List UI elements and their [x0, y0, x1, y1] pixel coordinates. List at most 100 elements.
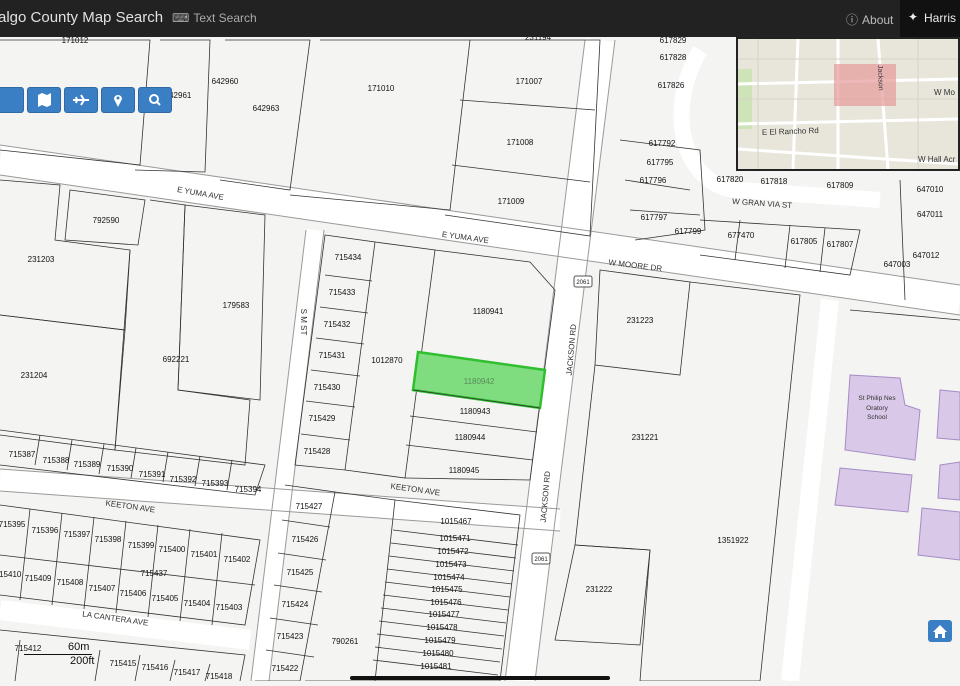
parcel-label[interactable]: 715392 [170, 475, 197, 484]
text-search-link[interactable]: ⌨ Text Search [172, 11, 257, 25]
parcel-label[interactable]: 231194 [525, 33, 552, 42]
parcel-label[interactable]: 715406 [120, 589, 147, 598]
parcel-label[interactable]: 715388 [43, 456, 70, 465]
overview-map[interactable]: E El Rancho Rd W Mo W Hall Acr Jackson [736, 37, 960, 171]
parcel-label[interactable]: 715404 [184, 599, 211, 608]
parcel-label[interactable]: 715418 [206, 672, 233, 681]
parcel-label[interactable]: 617805 [791, 237, 818, 246]
parcel-label[interactable]: 715408 [57, 578, 84, 587]
parcel-label[interactable]: 617820 [717, 175, 744, 184]
parcel-label[interactable]: 642960 [212, 77, 239, 86]
parcel-label[interactable]: 647010 [917, 185, 944, 194]
parcel-label[interactable]: 231221 [632, 433, 659, 442]
parcel-label[interactable]: 715425 [287, 568, 314, 577]
parcel-label[interactable]: 1015477 [428, 610, 460, 619]
parcel-label[interactable]: 715398 [95, 535, 122, 544]
parcel-label[interactable]: 617799 [675, 227, 702, 236]
parcel-label[interactable]: 231203 [28, 255, 55, 264]
parcel-label[interactable]: 617792 [649, 139, 676, 148]
parcel-label[interactable]: 715396 [32, 526, 59, 535]
parcel-label[interactable]: 715432 [324, 320, 351, 329]
parcel-label[interactable]: 715426 [292, 535, 319, 544]
parcel-label[interactable]: 1180944 [455, 433, 486, 442]
parcel-label[interactable]: 715416 [142, 663, 169, 672]
parcel-label[interactable]: 1015475 [431, 585, 463, 594]
parcel-label[interactable]: 715393 [202, 479, 229, 488]
parcel-label[interactable]: 647011 [917, 210, 944, 219]
parcel-label[interactable]: 617797 [641, 213, 668, 222]
parcel-label[interactable]: 179583 [223, 301, 250, 310]
parcel-label[interactable]: 171010 [368, 84, 395, 93]
parcel-label[interactable]: 171009 [498, 197, 525, 206]
parcel-label[interactable]: 617796 [640, 176, 667, 185]
app-title[interactable]: algo County Map Search [0, 9, 163, 26]
parcel-label[interactable]: 1015473 [435, 560, 467, 569]
parcel-label[interactable]: 715400 [159, 545, 186, 554]
parcel-label[interactable]: 715391 [139, 470, 166, 479]
parcel-label[interactable]: 715431 [319, 351, 346, 360]
parcel-label[interactable]: 617807 [827, 240, 854, 249]
airplane-button[interactable] [64, 87, 98, 113]
parcel-label[interactable]: 792590 [93, 216, 120, 225]
parcel-label[interactable]: 715427 [296, 502, 323, 511]
parcel-label[interactable]: 715397 [64, 530, 91, 539]
parcel-label[interactable]: 715394 [235, 485, 262, 494]
parcel-label[interactable]: 715437 [141, 569, 168, 578]
parcel-label[interactable]: 715395 [0, 520, 26, 529]
about-link[interactable]: ⓘ About [846, 11, 893, 28]
home-button[interactable] [928, 620, 952, 642]
parcel-label[interactable]: 715430 [314, 383, 341, 392]
parcel-label[interactable]: 790261 [332, 637, 359, 646]
parcel-label[interactable]: 642963 [253, 104, 280, 113]
parcel-label[interactable]: 1015476 [430, 598, 462, 607]
parcel-label[interactable]: 715403 [216, 603, 243, 612]
parcel-label[interactable]: 715399 [128, 541, 155, 550]
parcel-label[interactable]: 715390 [107, 464, 134, 473]
location-button[interactable] [101, 87, 135, 113]
parcel-label[interactable]: 1015474 [433, 573, 465, 582]
parcel-label[interactable]: 1015479 [424, 636, 456, 645]
parcel-label[interactable]: 1015471 [439, 534, 471, 543]
parcel-label[interactable]: 715410 [0, 570, 22, 579]
parcel-label[interactable]: 715428 [304, 447, 331, 456]
parcel-label[interactable]: 647012 [913, 251, 940, 260]
parcel-label[interactable]: 617795 [647, 158, 674, 167]
parcel-label[interactable]: 1015481 [420, 662, 452, 671]
parcel-label[interactable]: 677470 [728, 231, 755, 240]
parcel-label[interactable]: 1180941 [473, 307, 504, 316]
parcel-label[interactable]: 647003 [884, 260, 911, 269]
parcel-label[interactable]: 231204 [21, 371, 48, 380]
parcel-label[interactable]: 617818 [761, 177, 788, 186]
parcel-label[interactable]: 617828 [660, 53, 687, 62]
parcel-label[interactable]: 1012870 [371, 356, 403, 365]
parcel-label[interactable]: 715433 [329, 288, 356, 297]
parcel-label[interactable]: 715409 [25, 574, 52, 583]
parcel-label[interactable]: 231222 [586, 585, 613, 594]
parcel-label[interactable]: 715417 [174, 668, 201, 677]
selected-parcel-label[interactable]: 1180942 [464, 377, 495, 386]
parcel-label[interactable]: 171012 [62, 36, 89, 45]
search-button[interactable] [138, 87, 172, 113]
parcel-label[interactable]: 715423 [277, 632, 304, 641]
parcel-label[interactable]: 715424 [282, 600, 309, 609]
layers-button[interactable] [0, 87, 24, 113]
parcel-label[interactable]: 617826 [658, 81, 685, 90]
parcel-label[interactable]: 231223 [627, 316, 654, 325]
parcel-label[interactable]: 1015472 [437, 547, 469, 556]
parcel-label[interactable]: 171008 [507, 138, 534, 147]
parcel-label[interactable]: 617809 [827, 181, 854, 190]
parcel-label[interactable]: 715401 [191, 550, 218, 559]
parcel-label[interactable]: 1180943 [460, 407, 491, 416]
parcel-label[interactable]: 171007 [516, 77, 543, 86]
parcel-label[interactable]: 1015478 [426, 623, 458, 632]
parcel-label[interactable]: 1351922 [717, 536, 749, 545]
parcel-label[interactable]: 715402 [224, 555, 251, 564]
map-icon-button[interactable] [27, 87, 61, 113]
parcel-label[interactable]: 715387 [9, 450, 36, 459]
parcel-label[interactable]: 715407 [89, 584, 116, 593]
harris-county-link[interactable]: ✦ Harris C [900, 0, 960, 37]
parcel-label[interactable]: 617829 [660, 36, 687, 45]
parcel-label[interactable]: 1015480 [422, 649, 454, 658]
parcel-label[interactable]: 692221 [163, 355, 190, 364]
parcel-label[interactable]: 1015467 [440, 517, 472, 526]
